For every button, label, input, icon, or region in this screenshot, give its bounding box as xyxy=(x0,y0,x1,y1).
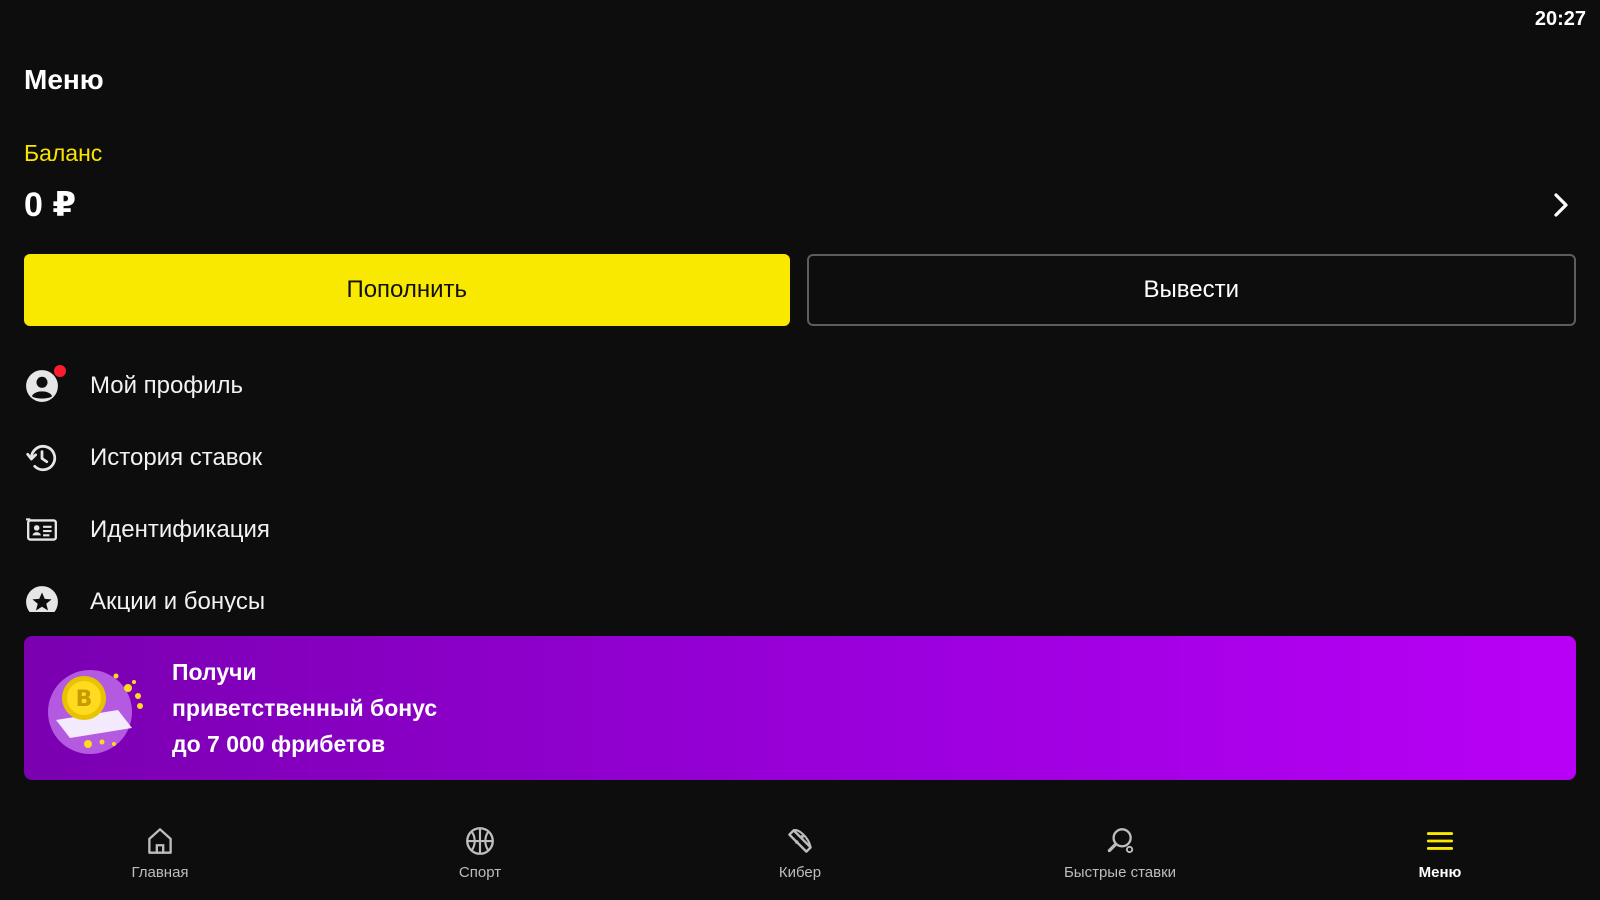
menu-item-label: История ставок xyxy=(90,444,263,471)
menu-item-profile[interactable]: Мой профиль xyxy=(24,350,1576,422)
nav-label: Главная xyxy=(131,864,189,881)
nav-item-sport[interactable]: Спорт xyxy=(320,808,640,900)
nav-item-menu[interactable]: Меню xyxy=(1280,808,1600,900)
id-card-icon xyxy=(24,512,60,548)
nav-label: Спорт xyxy=(458,864,502,881)
promo-line-1: Получи xyxy=(172,659,257,685)
promo-line-2: приветственный бонус xyxy=(172,695,438,721)
menu-item-bet-history[interactable]: История ставок xyxy=(24,422,1576,494)
menu-item-identification[interactable]: Идентификация xyxy=(24,494,1576,566)
page-title: Меню xyxy=(24,64,104,95)
menu-item-label: Акции и бонусы xyxy=(90,588,266,612)
deposit-button[interactable]: Пополнить xyxy=(24,254,790,326)
promo-text: Получи приветственный бонус до 7 000 фри… xyxy=(172,654,437,762)
menu-item-promotions[interactable]: Акции и бонусы xyxy=(24,566,1576,612)
nav-item-home[interactable]: Главная xyxy=(0,808,320,900)
nav-label: Меню xyxy=(1418,864,1462,881)
ball-icon xyxy=(466,827,494,855)
star-badge-icon xyxy=(24,584,60,612)
bottom-navigation: Главная Спорт Кибер Быстрые ставки Меню xyxy=(0,808,1600,900)
gamepad-icon xyxy=(788,829,812,853)
menu-item-label: Мой профиль xyxy=(90,372,244,399)
withdraw-button[interactable]: Вывести xyxy=(806,254,1576,326)
menu-item-label: Идентификация xyxy=(90,516,270,543)
nav-item-cyber[interactable]: Кибер xyxy=(640,808,960,900)
history-icon xyxy=(24,440,60,476)
balance-label: Баланс xyxy=(24,140,103,166)
nav-label: Быстрые ставки xyxy=(1063,864,1177,881)
ping-pong-icon xyxy=(1107,828,1134,854)
nav-label: Кибер xyxy=(778,864,822,881)
nav-item-quick-bets[interactable]: Быстрые ставки xyxy=(960,808,1280,900)
bonus-coin-icon: B xyxy=(48,670,143,754)
notification-dot xyxy=(54,365,66,377)
chevron-right-icon xyxy=(1554,193,1568,217)
svg-text:B: B xyxy=(76,687,93,712)
promo-line-3: до 7 000 фрибетов xyxy=(172,731,386,757)
menu-list: Мой профиль История ставок Идентификация xyxy=(24,350,1576,612)
balance-amount: 0 ₽ xyxy=(24,186,77,224)
balance-row[interactable]: 0 ₽ xyxy=(24,180,1576,230)
status-bar-time: 20:27 xyxy=(1534,8,1586,30)
balance-actions: Пополнить Вывести xyxy=(24,254,1576,326)
home-icon xyxy=(148,828,172,854)
profile-icon xyxy=(24,365,66,404)
menu-icon xyxy=(1426,832,1454,850)
welcome-bonus-banner[interactable]: B Получи приветственный бонус до 7 000 ф… xyxy=(24,636,1576,780)
